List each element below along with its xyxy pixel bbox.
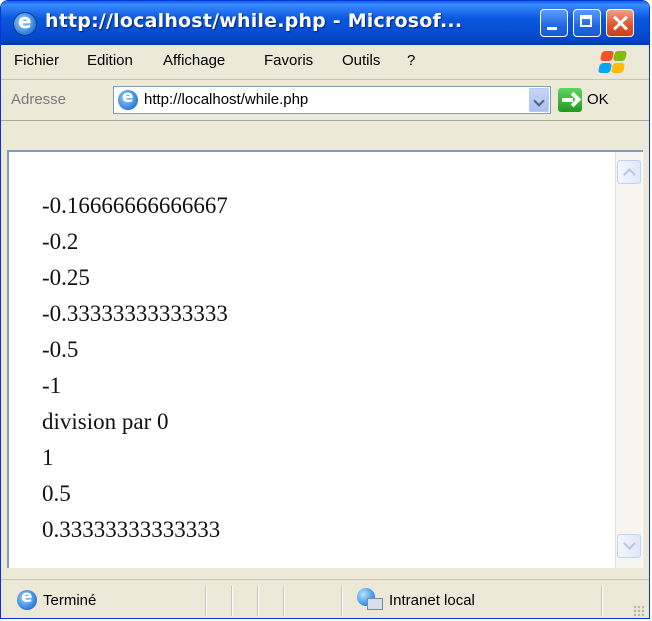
scroll-up-button[interactable] <box>617 160 641 184</box>
maximize-button[interactable] <box>573 9 601 37</box>
status-divider <box>257 586 259 616</box>
output-line: -1 <box>42 373 62 398</box>
security-zone-label: Intranet local <box>389 592 475 609</box>
status-text: Terminé <box>43 592 97 609</box>
intranet-zone-icon <box>357 588 383 610</box>
windows-logo-icon <box>597 49 631 75</box>
output-line: -0.25 <box>42 265 90 290</box>
title-bar[interactable]: http://localhost/while.php - Microsof... <box>1 1 649 45</box>
address-bar: Adresse http://localhost/while.php OK <box>1 80 649 121</box>
output-line: -0.16666666666667 <box>42 193 228 218</box>
menu-fichier[interactable]: Fichier <box>14 52 59 69</box>
status-divider <box>205 586 207 616</box>
output-line: 1 <box>42 445 54 470</box>
resize-grip-icon[interactable] <box>633 605 645 617</box>
go-button[interactable]: OK <box>587 91 609 108</box>
menu-bar: Fichier Edition Affichage Favoris Outils… <box>1 45 649 80</box>
status-divider <box>341 586 343 616</box>
output-line: 0.33333333333333 <box>42 517 221 542</box>
address-url[interactable]: http://localhost/while.php <box>144 91 308 108</box>
output-line: -0.5 <box>42 337 79 362</box>
output-line: 0.5 <box>42 481 71 506</box>
address-label: Adresse <box>11 91 67 108</box>
vertical-scrollbar[interactable] <box>615 152 642 568</box>
menu-affichage[interactable]: Affichage <box>163 52 225 69</box>
go-arrow-icon[interactable] <box>558 88 582 112</box>
page-status-icon <box>17 587 37 610</box>
page-icon <box>118 87 138 110</box>
menu-favoris[interactable]: Favoris <box>264 52 313 69</box>
output-line: -0.2 <box>42 229 79 254</box>
menu-edition[interactable]: Edition <box>87 52 133 69</box>
window-title: http://localhost/while.php - Microsof... <box>45 10 463 32</box>
address-dropdown-button[interactable] <box>529 88 549 112</box>
scroll-down-button[interactable] <box>617 534 641 558</box>
minimize-button[interactable] <box>540 9 568 37</box>
internet-explorer-icon <box>13 9 37 36</box>
output-line: -0.33333333333333 <box>42 301 228 326</box>
output-line: division par 0 <box>42 409 169 434</box>
status-divider <box>601 586 603 616</box>
page-output: -0.16666666666667 -0.2 -0.25 -0.33333333… <box>42 188 228 548</box>
address-input[interactable]: http://localhost/while.php <box>113 86 551 114</box>
status-bar: Terminé Intranet local <box>1 579 649 618</box>
menu-outils[interactable]: Outils <box>342 52 380 69</box>
status-divider <box>283 586 285 616</box>
close-button[interactable] <box>606 9 634 37</box>
menu-help[interactable]: ? <box>407 52 415 69</box>
status-divider <box>231 586 233 616</box>
browser-window: http://localhost/while.php - Microsof...… <box>0 0 650 619</box>
